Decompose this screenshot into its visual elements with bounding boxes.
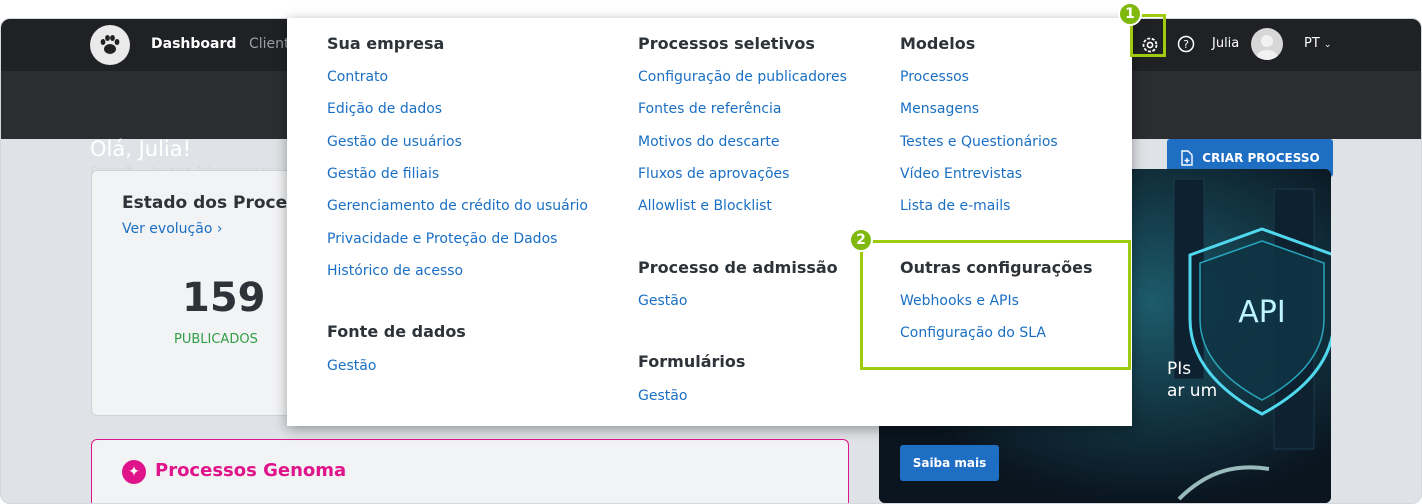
menu-item-motivos-descarte[interactable]: Motivos do descarte bbox=[638, 134, 779, 150]
menu-item-credito-usuario[interactable]: Gerenciamento de crédito do usuário bbox=[327, 198, 588, 214]
section-title-modelos: Modelos bbox=[900, 34, 976, 53]
step-badge-1: 1 bbox=[1118, 2, 1142, 26]
menu-item-publicadores[interactable]: Configuração de publicadores bbox=[638, 69, 847, 85]
help-icon[interactable]: ? bbox=[1175, 33, 1197, 55]
svg-text:?: ? bbox=[1183, 38, 1189, 51]
chevron-down-icon: ⌄ bbox=[1323, 40, 1332, 50]
create-process-label: CRIAR PROCESSO bbox=[1202, 151, 1320, 165]
genoma-processes-card: ✦ Processos Genoma bbox=[91, 439, 849, 503]
language-label: PT bbox=[1304, 36, 1320, 51]
user-name[interactable]: Julia bbox=[1212, 36, 1239, 51]
dna-icon: ✦ bbox=[122, 460, 146, 484]
process-status-card: Estado dos Process Ver evolução › 159 PU… bbox=[91, 170, 307, 416]
section-title-fonte-dados: Fonte de dados bbox=[327, 322, 466, 341]
avatar[interactable] bbox=[1251, 28, 1283, 60]
highlight-box-other-settings bbox=[860, 240, 1131, 370]
section-title-processos-seletivos: Processos seletivos bbox=[638, 34, 815, 53]
section-title-formularios: Formulários bbox=[638, 352, 746, 371]
menu-item-video-entrevistas[interactable]: Vídeo Entrevistas bbox=[900, 166, 1022, 182]
menu-item-mensagens[interactable]: Mensagens bbox=[900, 101, 979, 117]
menu-item-formularios-gestao[interactable]: Gestão bbox=[638, 388, 687, 404]
language-selector[interactable]: PT ⌄ bbox=[1304, 36, 1331, 51]
menu-item-edicao-dados[interactable]: Edição de dados bbox=[327, 101, 442, 117]
card-title: Estado dos Process bbox=[122, 193, 308, 213]
nav-dashboard[interactable]: Dashboard bbox=[151, 36, 236, 52]
paw-logo-icon[interactable] bbox=[90, 25, 130, 65]
section-title-processo-admissao: Processo de admissão bbox=[638, 258, 838, 277]
menu-item-gestao-usuarios[interactable]: Gestão de usuários bbox=[327, 134, 462, 150]
menu-item-admissao-gestao[interactable]: Gestão bbox=[638, 293, 687, 309]
menu-item-contrato[interactable]: Contrato bbox=[327, 69, 388, 85]
nav-clients[interactable]: Client bbox=[249, 36, 290, 52]
menu-item-fluxos-aprovacoes[interactable]: Fluxos de aprovações bbox=[638, 166, 789, 182]
api-text-line2: ar um bbox=[1167, 381, 1218, 401]
menu-item-gestao-filiais[interactable]: Gestão de filiais bbox=[327, 166, 439, 182]
published-count: 159 bbox=[182, 275, 266, 321]
menu-item-historico-acesso[interactable]: Histórico de acesso bbox=[327, 263, 463, 279]
see-evolution-link[interactable]: Ver evolução › bbox=[122, 221, 222, 237]
menu-item-allowlist-blocklist[interactable]: Allowlist e Blocklist bbox=[638, 198, 772, 214]
section-title-sua-empresa: Sua empresa bbox=[327, 34, 445, 53]
menu-item-privacidade[interactable]: Privacidade e Proteção de Dados bbox=[327, 231, 557, 247]
menu-item-modelo-processos[interactable]: Processos bbox=[900, 69, 969, 85]
menu-item-lista-emails[interactable]: Lista de e-mails bbox=[900, 198, 1010, 214]
api-badge-text: API bbox=[1238, 295, 1285, 330]
learn-more-button[interactable]: Saiba mais bbox=[900, 445, 999, 481]
step-badge-2: 2 bbox=[849, 228, 873, 252]
menu-item-testes-questionarios[interactable]: Testes e Questionários bbox=[900, 134, 1058, 150]
add-document-icon bbox=[1181, 150, 1193, 166]
greeting: Olá, Julia! bbox=[90, 137, 192, 161]
genoma-title: Processos Genoma bbox=[155, 460, 347, 481]
published-label: PUBLICADOS bbox=[174, 332, 258, 347]
menu-item-fontes-referencia[interactable]: Fontes de referência bbox=[638, 101, 782, 117]
api-text-line1: PIs bbox=[1167, 359, 1192, 379]
menu-item-fonte-gestao[interactable]: Gestão bbox=[327, 358, 376, 374]
